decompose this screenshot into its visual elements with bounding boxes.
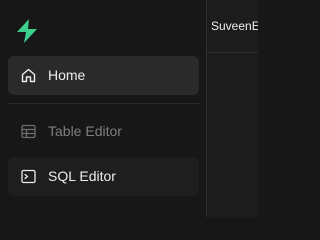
- top-bar: SuveenE: [207, 0, 258, 53]
- sidebar-item-label: SQL Editor: [48, 168, 116, 184]
- sidebar-item-sql-editor[interactable]: SQL Editor: [8, 157, 199, 196]
- sidebar-item-table-editor[interactable]: Table Editor: [8, 112, 199, 151]
- sidebar-divider: [8, 103, 199, 104]
- home-icon: [20, 67, 37, 84]
- sidebar-item-label: Home: [48, 67, 86, 83]
- sidebar-item-home[interactable]: Home: [8, 56, 199, 95]
- main-content: SuveenE: [207, 0, 258, 217]
- supabase-bolt-icon: [17, 19, 37, 43]
- sidebar-item-label: Table Editor: [48, 123, 122, 139]
- sidebar: Home Table Editor SQL Editor: [0, 0, 206, 217]
- table-icon: [20, 123, 37, 140]
- org-name[interactable]: SuveenE: [207, 19, 258, 33]
- app-window: Home Table Editor SQL Editor SuveenE: [0, 0, 258, 217]
- supabase-logo[interactable]: [13, 18, 41, 44]
- terminal-icon: [20, 168, 37, 185]
